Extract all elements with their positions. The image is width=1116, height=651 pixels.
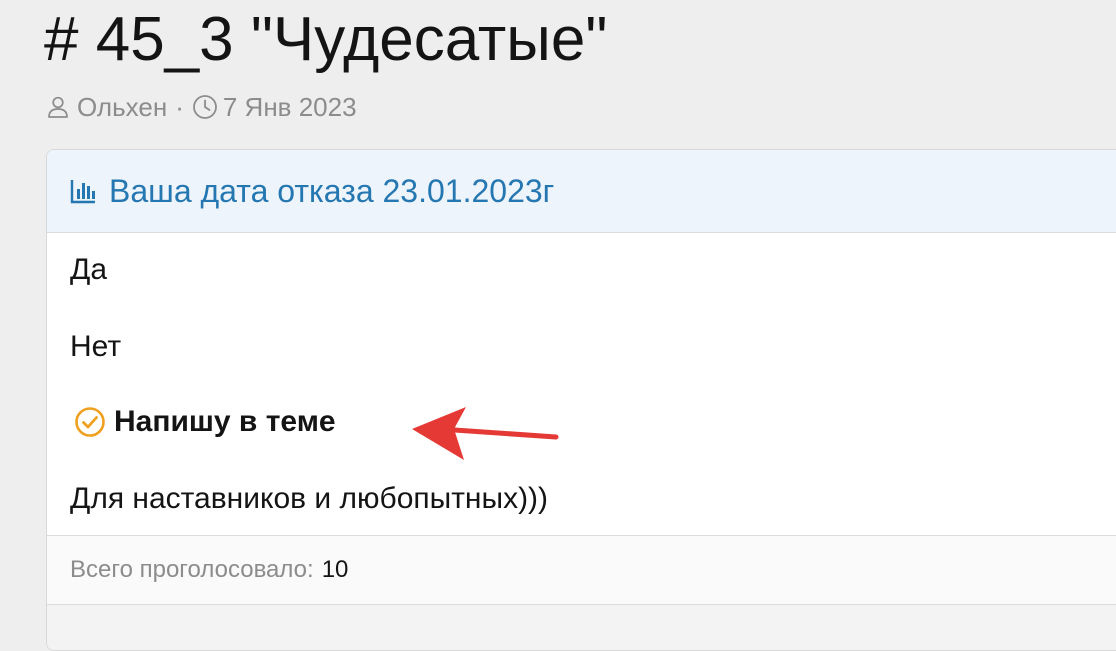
poll-option-label: Напишу в теме: [114, 405, 336, 438]
poll-footer: Всего проголосовало: 10: [47, 535, 1116, 605]
check-circle-icon: [74, 405, 108, 439]
thread-meta: Ольхен · 7 Янв 2023: [46, 90, 357, 124]
poll-block: Ваша дата отказа 23.01.2023г Да Нет Напи…: [46, 149, 1116, 651]
poll-option: Для наставников и любопытных))): [70, 482, 548, 516]
poll-option-label: Для наставников и любопытных))): [70, 482, 549, 515]
poll-option-label: Да: [70, 253, 108, 286]
poll-option-selected: Напишу в теме: [74, 405, 336, 439]
bar-chart-icon: [69, 176, 99, 206]
poll-option: Нет: [70, 330, 121, 364]
annotation-arrow: [412, 407, 559, 460]
poll-question: Ваша дата отказа 23.01.2023г: [109, 172, 555, 209]
poll-actions-bar: [47, 605, 1116, 650]
poll-option: Да: [70, 253, 107, 287]
clock-icon: [192, 94, 218, 120]
poll-option-label: Нет: [70, 330, 122, 363]
total-votes-label: Всего проголосовало:: [70, 556, 314, 583]
total-votes-value: 10: [321, 556, 349, 583]
thread-title: # 45_3 "Чудесатые": [44, 5, 608, 74]
user-icon: [46, 94, 72, 120]
thread-date[interactable]: 7 Янв 2023: [223, 92, 357, 123]
meta-separator: ·: [175, 91, 184, 122]
author-link[interactable]: Ольхен: [77, 92, 167, 123]
poll-header: Ваша дата отказа 23.01.2023г: [47, 150, 1116, 233]
